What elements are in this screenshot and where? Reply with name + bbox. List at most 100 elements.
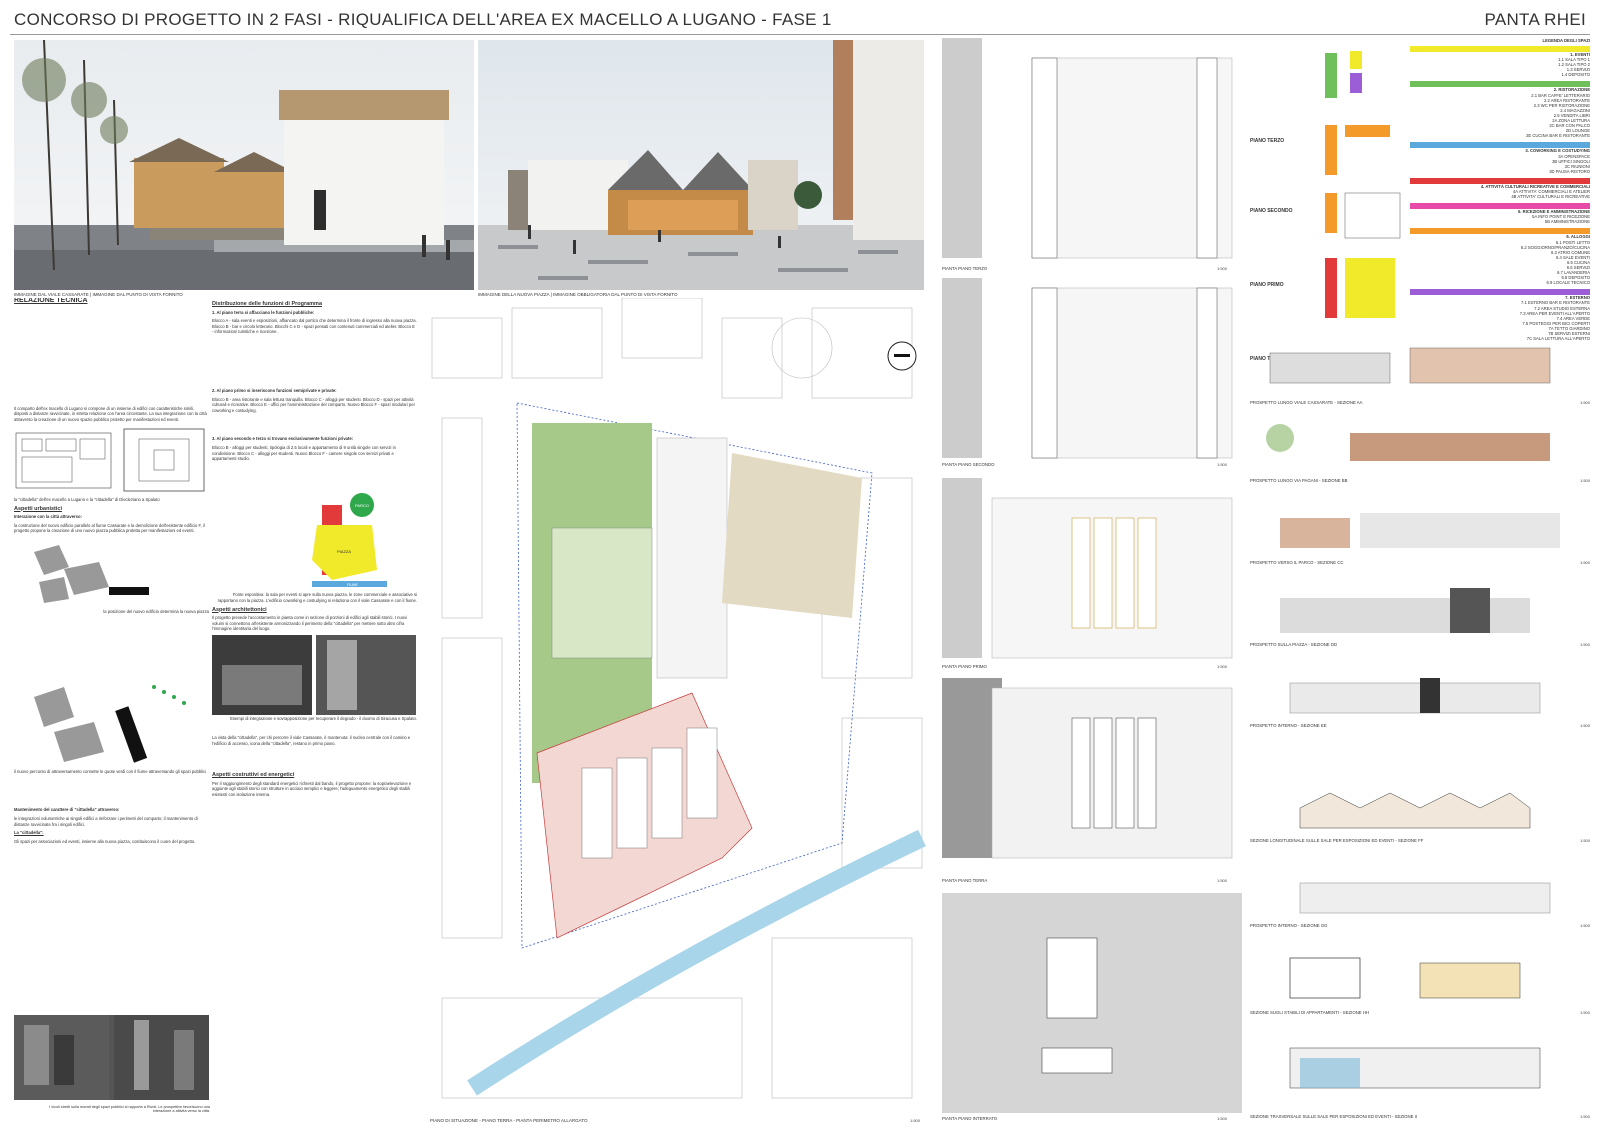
render-viale-cassarate: [14, 40, 474, 290]
keep-character-title: Mantenimento del carattere di "cittadell…: [14, 807, 120, 813]
urban-aspects-subtitle: Interazione con la città attraverso:: [14, 514, 82, 520]
plan-primo: [942, 478, 1233, 659]
legend-item: 5B AMMINISTRAZIONE: [1544, 219, 1590, 225]
report-intro: Il comparto dell'ex macello di Lugano si…: [14, 405, 207, 422]
sections-column: PROSPETTO LUNGO VIALE CASSARATE - SEZION…: [1250, 338, 1590, 1128]
section-hh: [1289, 957, 1521, 999]
section-scale: 1:500: [1579, 838, 1590, 843]
section-scale: 1:500: [1579, 1010, 1590, 1015]
section-caption: SEZIONE LONGITUDINALE SULLE SALE PER ESP…: [1250, 838, 1424, 843]
section-scale: 1:500: [1579, 642, 1590, 647]
section-caption: PROSPETTO LUNGO VIA PAGANI - SEZIONE BB: [1250, 478, 1348, 483]
site-plan-scale: 1:500: [910, 1118, 921, 1123]
plan-interrato-caption: PIANTA PIANO INTERRATO: [942, 1116, 998, 1121]
section-cc: [1280, 513, 1560, 548]
urban-aspects-text: la costruzione del nuovo edificio parall…: [14, 522, 205, 534]
plan-primo-scale: 1:500: [1217, 664, 1228, 669]
site-plan-drawing: [431, 297, 926, 1099]
program-s1-text: Blocco A - sala eventi e esposizioni, af…: [212, 318, 417, 335]
integration-photos: [212, 634, 416, 715]
section-caption: SEZIONE TRASVERSALE SULLE SALE PER ESPOS…: [1250, 1114, 1418, 1119]
plan-terra: [942, 678, 1233, 859]
section-caption: SEZIONE SUGLI STABILI DI APPARTAMENTI - …: [1250, 1010, 1370, 1015]
section-scale: 1:500: [1579, 400, 1590, 405]
urban-diagram-1-caption: la posizione del nuovo edificio determin…: [103, 608, 209, 614]
program-diagram-caption: Fonte espositiva: la sala per eventi si …: [217, 592, 417, 603]
floor-plans-column: PIANTA PIANO TERZO 1:500 PIANTA PIANO SE…: [932, 38, 1242, 1128]
legend-floor-diagrams: [1325, 51, 1401, 318]
cittadella-figure-caption: la "cittadella" dell'ex macello a Lugano…: [14, 496, 160, 502]
section-gg: [1299, 882, 1551, 914]
plan-terra-caption: PIANTA PIANO TERRA: [942, 878, 988, 883]
section-ff: [1299, 792, 1531, 829]
render-nuova-piazza: [478, 40, 924, 290]
plan-terzo-caption: PIANTA PIANO TERZO: [942, 266, 988, 271]
plan-secondo-caption: PIANTA PIANO SECONDO: [942, 462, 995, 467]
floor-plans-drawing: [942, 38, 1242, 1113]
report-title: RELAZIONE TECNICA: [14, 298, 88, 304]
section-scale: 1:500: [1579, 478, 1590, 483]
alley-photos: [14, 1015, 209, 1100]
legend-title: LEGENDA DEGLI SPAZI: [1542, 38, 1590, 43]
header-rule: [10, 34, 1590, 35]
integration-photos-caption: Esempi di integrazione e sovrapposizione…: [230, 716, 417, 722]
legend-floor-secondo: PIANO SECONDO: [1250, 208, 1293, 214]
architectural-aspects-title: Aspetti architettonici: [212, 606, 267, 613]
program-s2-title: 2. Al piano primo si inseriscono funzion…: [212, 387, 337, 393]
legend-item: 1.4 DEPOSITO: [1561, 72, 1590, 78]
plan-secondo-scale: 1:500: [1217, 462, 1228, 467]
board-title: CONCORSO DI PROGETTO IN 2 FASI - RIQUALI…: [14, 10, 832, 29]
plan-primo-caption: PIANTA PIANO PRIMO: [942, 664, 987, 669]
urban-diagram-2-caption: il nuovo percorso di attraversamento con…: [14, 768, 207, 774]
render-image-2: [478, 40, 924, 290]
section-caption: PROSPETTO INTERNO - SEZIONE EE: [1250, 723, 1327, 728]
render-1-caption: IMMAGINE DAL VIALE CASSARATE | IMMAGINE …: [14, 292, 183, 297]
section-ee: [1289, 678, 1541, 714]
legend-floor-primo: PIANO PRIMO: [1250, 282, 1284, 288]
urban-aspects-title: Aspetti urbanistici: [14, 505, 62, 512]
legend-groups: 1. EVENTI 1.1 SALA TIPO 1 1.2 SALA TIPO 21…: [1410, 46, 1590, 341]
energy-aspects-text: Per il raggiungimento degli standard ene…: [212, 780, 412, 798]
section-dd: [1280, 588, 1530, 633]
section-bb: [1266, 424, 1550, 461]
site-plan: [422, 297, 927, 1118]
legend-item: 2E CUCINA BAR E RISTORANTE: [1526, 133, 1590, 139]
urban-diagram-2: [34, 685, 186, 763]
section-caption: PROSPETTO SULLA PIAZZA - SEZIONE DD: [1250, 642, 1338, 647]
plan-interrato: [942, 893, 1242, 1113]
site-plan-caption: PIANO DI SITUAZIONE - PIANO TERRA - PIAN…: [430, 1118, 588, 1123]
section-scale: 1:500: [1579, 1114, 1590, 1119]
program-title: Distribuzione delle funzioni di Programm…: [212, 301, 323, 307]
legend-item: 3D PAUSA-RISTORO: [1549, 168, 1590, 174]
program-s2-text: Blocco B - area ristorante e sala lettur…: [212, 396, 415, 413]
section-scale: 1:500: [1579, 923, 1590, 928]
diagram-label-square: PIAZZA: [337, 549, 351, 554]
legend-panel: LEGENDA DEGLI SPAZI PIANO TERZO PIANO SE…: [1250, 38, 1590, 362]
render-image-1: [14, 40, 474, 290]
legend-floor-terzo: PIANO TERZO: [1250, 138, 1285, 144]
program-s3-title: 3. Al piano secondo e terzo si trovano e…: [212, 436, 354, 442]
section-aa: [1269, 347, 1551, 384]
urban-diagram-1: [34, 544, 149, 603]
section-scale: 1:500: [1579, 560, 1590, 565]
section-caption: PROSPETTO INTERNO - SEZIONE GG: [1250, 923, 1328, 928]
technical-report-col1: RELAZIONE TECNICA Il comparto dell'ex ma…: [14, 298, 209, 1128]
section-scale: 1:500: [1579, 723, 1590, 728]
energy-aspects-title: Aspetti costruttivi ed energetici: [212, 772, 295, 779]
team-name: PANTA RHEI: [1484, 10, 1586, 29]
diagram-label-park: PARCO: [355, 503, 369, 508]
plan-secondo: [942, 278, 1233, 459]
header: CONCORSO DI PROGETTO IN 2 FASI - RIQUALI…: [0, 0, 1600, 38]
legend-item: 4B ATTIVITA' CULTURALI E RICREATIVE: [1511, 194, 1590, 200]
cittadella-plans-figure: [15, 428, 205, 492]
plan-interrato-scale: 1:500: [1217, 1116, 1228, 1121]
architectural-aspects-text-2: La vista della "cittadella", per chi per…: [212, 735, 411, 746]
section-caption: PROSPETTO LUNGO VIALE CASSARATE - SEZION…: [1250, 400, 1363, 405]
cittadella-title: La "cittadella":: [14, 830, 44, 836]
plan-terzo-scale: 1:500: [1217, 266, 1228, 271]
alley-photos-image: [14, 1015, 209, 1100]
legend-item: 6.9 LOCALE TECNICO: [1546, 280, 1590, 286]
technical-report-col2: Distribuzione delle funzioni di Programm…: [212, 298, 417, 1128]
architectural-aspects-text: Il progetto prevede l'accostamento in pi…: [212, 615, 408, 632]
section-ii: [1289, 1047, 1541, 1089]
